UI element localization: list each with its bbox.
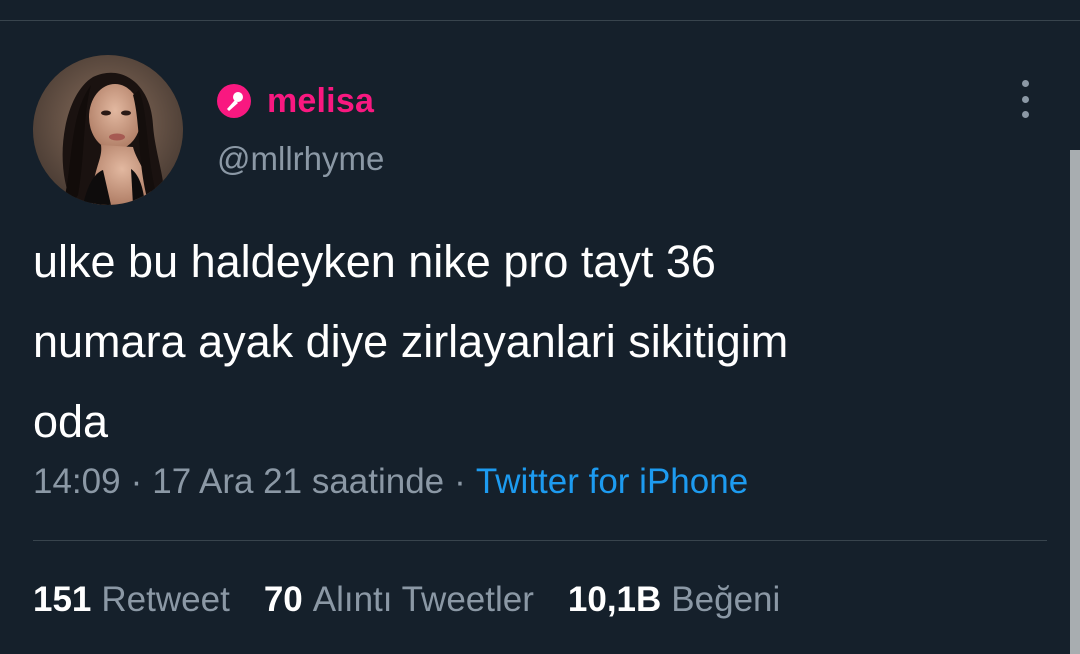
menu-dot: [1021, 80, 1029, 87]
tweet-text-line: numara ayak diye zirlayanlari sikitigim: [33, 316, 789, 367]
retweets-label: Retweet: [101, 580, 230, 619]
likes-label: Beğeni: [671, 580, 781, 619]
likes-count: 10,1B: [567, 580, 662, 619]
avatar[interactable]: [33, 55, 183, 205]
retweets-stat[interactable]: 151 Retweet: [33, 580, 230, 620]
tweet-stats: 151 Retweet 70 Alıntı Tweetler 10,1B Beğeni: [33, 580, 814, 620]
author-name-row[interactable]: melisa: [217, 80, 374, 122]
menu-dot: [1021, 95, 1029, 103]
tweet-text-line: oda: [33, 396, 109, 447]
top-divider: [0, 20, 1080, 21]
separator: ·: [454, 462, 466, 501]
tweet-time[interactable]: 14:09: [33, 462, 121, 501]
separator: ·: [130, 462, 143, 501]
avatar-image: [33, 55, 183, 205]
tweet-meta: 14:09 · 17 Ara 21 saatinde · Twitter for iPh…: [33, 462, 748, 502]
microphone-icon: [217, 84, 251, 118]
retweets-count: 151: [33, 580, 92, 619]
divider: [33, 540, 1047, 541]
tweet-text-line: ulke bu haldeyken nike pro tayt 36: [33, 236, 716, 287]
tweet-source-link[interactable]: Twitter for iPhone: [476, 462, 748, 501]
display-name[interactable]: melisa: [267, 82, 374, 121]
likes-stat[interactable]: 10,1B Beğeni: [568, 580, 780, 620]
quotes-count: 70: [263, 580, 303, 619]
tweet-date[interactable]: 17 Ara 21 saatinde: [152, 462, 444, 501]
quotes-stat[interactable]: 70 Alıntı Tweetler: [264, 580, 534, 620]
user-handle[interactable]: @mllrhyme: [217, 140, 384, 178]
scrollbar[interactable]: [1070, 150, 1080, 654]
menu-dot: [1021, 111, 1029, 118]
more-vertical-icon[interactable]: [1010, 80, 1040, 118]
quotes-label: Alıntı Tweetler: [312, 580, 534, 619]
tweet-text: ulke bu haldeyken nike pro tayt 36 numar…: [33, 222, 1053, 462]
